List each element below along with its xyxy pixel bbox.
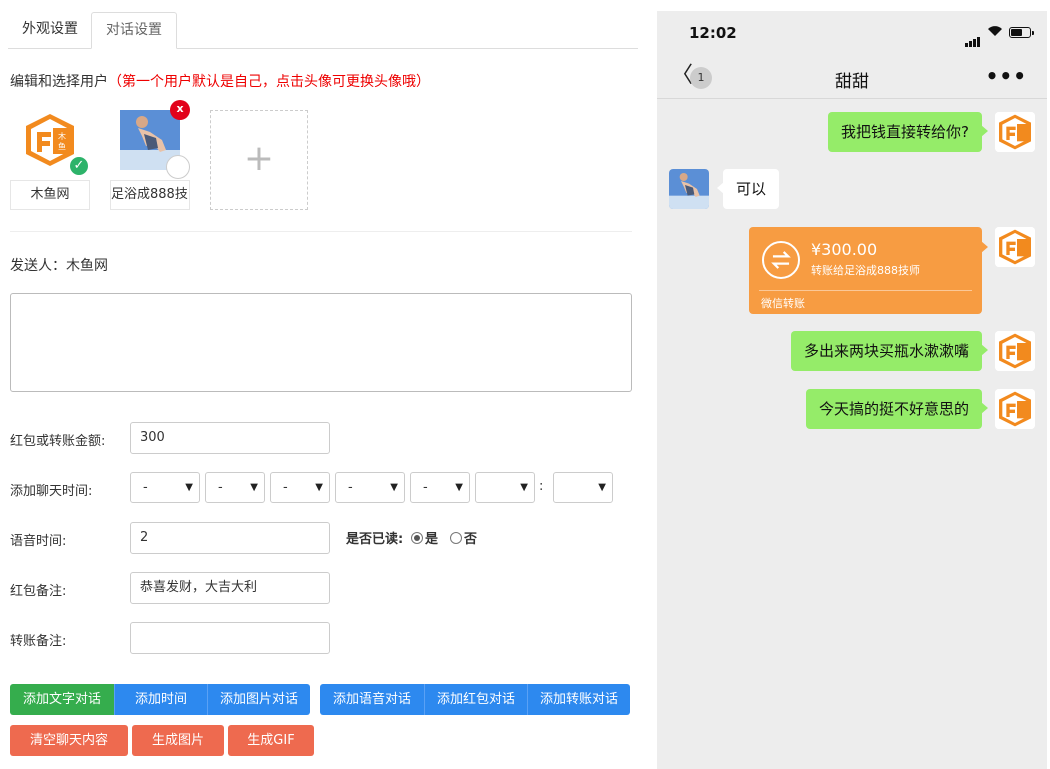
add-image-button[interactable]: 添加图片对话 (207, 684, 310, 715)
transfer-card: ¥300.00 转账给足浴成888技师 微信转账 (749, 227, 988, 314)
hb-note-label: 红包备注: (10, 584, 67, 599)
avatar (669, 169, 709, 209)
user-name-label[interactable]: 木鱼网 (10, 180, 90, 210)
time-select-1[interactable]: - ▼ (130, 472, 200, 503)
avatar[interactable]: x (120, 100, 190, 179)
time-select-4[interactable]: - ▼ (335, 472, 405, 503)
tab-appearance[interactable]: 外观设置 (8, 12, 92, 49)
chevron-down-icon: ▼ (598, 482, 606, 493)
svg-text:鱼: 鱼 (58, 141, 66, 151)
transfer-note-input[interactable] (130, 622, 330, 654)
tab-dialog[interactable]: 对话设置 (91, 12, 177, 49)
hb-note-input[interactable]: 恭喜发财，大吉大利 (130, 572, 330, 604)
chevron-down-icon: ▼ (520, 482, 528, 493)
more-icon[interactable]: ••• (986, 64, 1027, 88)
avatar[interactable]: 木 鱼 ✓ (20, 110, 90, 177)
add-transfer-button[interactable]: 添加转账对话 (527, 684, 630, 715)
message-bubble-me: 我把钱直接转给你? (828, 112, 988, 152)
generate-image-button[interactable]: 生成图片 (132, 725, 224, 756)
add-voice-button[interactable]: 添加语音对话 (320, 684, 424, 715)
config-panel: 外观设置 对话设置 编辑和选择用户（第一个用户默认是自己，点击头像可更换头像哦）… (0, 0, 640, 769)
select-radio[interactable] (166, 155, 190, 179)
read-status-label: 是否已读: (346, 532, 404, 547)
delete-user-icon[interactable]: x (170, 100, 190, 120)
add-text-button[interactable]: 添加文字对话 (10, 684, 114, 715)
tab-bar: 外观设置 对话设置 (8, 12, 638, 49)
chevron-down-icon: ▼ (185, 482, 193, 493)
chevron-down-icon: ▼ (390, 482, 398, 493)
muyu-logo-icon (995, 331, 1035, 371)
radio-unchecked-icon (450, 532, 462, 544)
avatar (995, 331, 1035, 371)
user-card-self[interactable]: 木 鱼 ✓ 木鱼网 (10, 110, 90, 210)
message-bubble-them: 可以 (716, 169, 780, 209)
add-user-button[interactable]: + (210, 110, 308, 210)
selected-check-icon: ✓ (68, 155, 90, 177)
hint-text: 编辑和选择用户 (10, 74, 108, 90)
message-textarea[interactable] (10, 293, 632, 392)
add-time-button[interactable]: 添加时间 (114, 684, 207, 715)
voice-time-input[interactable]: 2 (130, 522, 330, 554)
signal-icon (965, 28, 981, 47)
voice-time-label: 语音时间: (10, 534, 67, 549)
avatar (995, 389, 1035, 429)
transfer-desc: 转账给足浴成888技师 (811, 264, 920, 277)
chat-time-label: 添加聊天时间: (10, 484, 93, 499)
sender-label: 发送人：木鱼网 (10, 258, 108, 274)
generate-gif-button[interactable]: 生成GIF (228, 725, 314, 756)
add-redpacket-button[interactable]: 添加红包对话 (424, 684, 527, 715)
user-card-other[interactable]: x 足浴成888技师 (110, 100, 190, 210)
phone-preview: 12:02 甜甜 〈 1 ••• 我把钱直接转给你? 可以 ¥300.00 转账… (657, 11, 1047, 769)
status-bar: 12:02 (657, 11, 1047, 55)
read-no-radio[interactable]: 否 (450, 528, 477, 547)
wifi-icon (988, 26, 1002, 36)
muyu-logo-icon (995, 389, 1035, 429)
amount-label: 红包或转账金额: (10, 434, 106, 449)
time-select-3[interactable]: - ▼ (270, 472, 330, 503)
battery-icon (1009, 27, 1034, 38)
clear-chat-button[interactable]: 清空聊天内容 (10, 725, 128, 756)
chevron-down-icon: ▼ (315, 482, 323, 493)
amount-input[interactable]: 300 (130, 422, 330, 454)
chevron-down-icon: ▼ (455, 482, 463, 493)
time-select-2[interactable]: - ▼ (205, 472, 265, 503)
chevron-down-icon: ▼ (250, 482, 258, 493)
transfer-footer: 微信转账 (761, 297, 805, 310)
user-photo-avatar (669, 169, 709, 209)
time-select-5[interactable]: - ▼ (410, 472, 470, 503)
muyu-logo-icon (995, 227, 1035, 267)
avatar (995, 227, 1035, 267)
message-bubble-me: 今天搞的挺不好意思的 (805, 389, 989, 429)
read-yes-radio[interactable]: 是 (411, 528, 438, 547)
muyu-logo-icon (995, 112, 1035, 152)
plus-icon: + (243, 138, 275, 179)
transfer-note-label: 转账备注: (10, 634, 67, 649)
transfer-amount: ¥300.00 (811, 240, 878, 259)
divider (10, 231, 632, 232)
message-bubble-me: 多出来两块买瓶水漱漱嘴 (790, 331, 989, 371)
svg-text:木: 木 (58, 131, 66, 141)
hint-red-text: （第一个用户默认是自己，点击头像可更换头像哦） (108, 74, 430, 90)
user-hint: 编辑和选择用户（第一个用户默认是自己，点击头像可更换头像哦） (10, 71, 430, 91)
divider (759, 290, 972, 291)
time-select-6[interactable]: ▼ (475, 472, 535, 503)
time-select-7[interactable]: ▼ (553, 472, 613, 503)
transfer-icon (762, 241, 800, 279)
radio-checked-icon (411, 532, 423, 544)
status-time: 12:02 (689, 24, 737, 42)
chat-navbar: 甜甜 〈 1 ••• (657, 55, 1047, 99)
time-colon: : (539, 479, 544, 494)
avatar (995, 112, 1035, 152)
unread-badge: 1 (690, 67, 712, 89)
user-name-label[interactable]: 足浴成888技师 (110, 180, 190, 210)
